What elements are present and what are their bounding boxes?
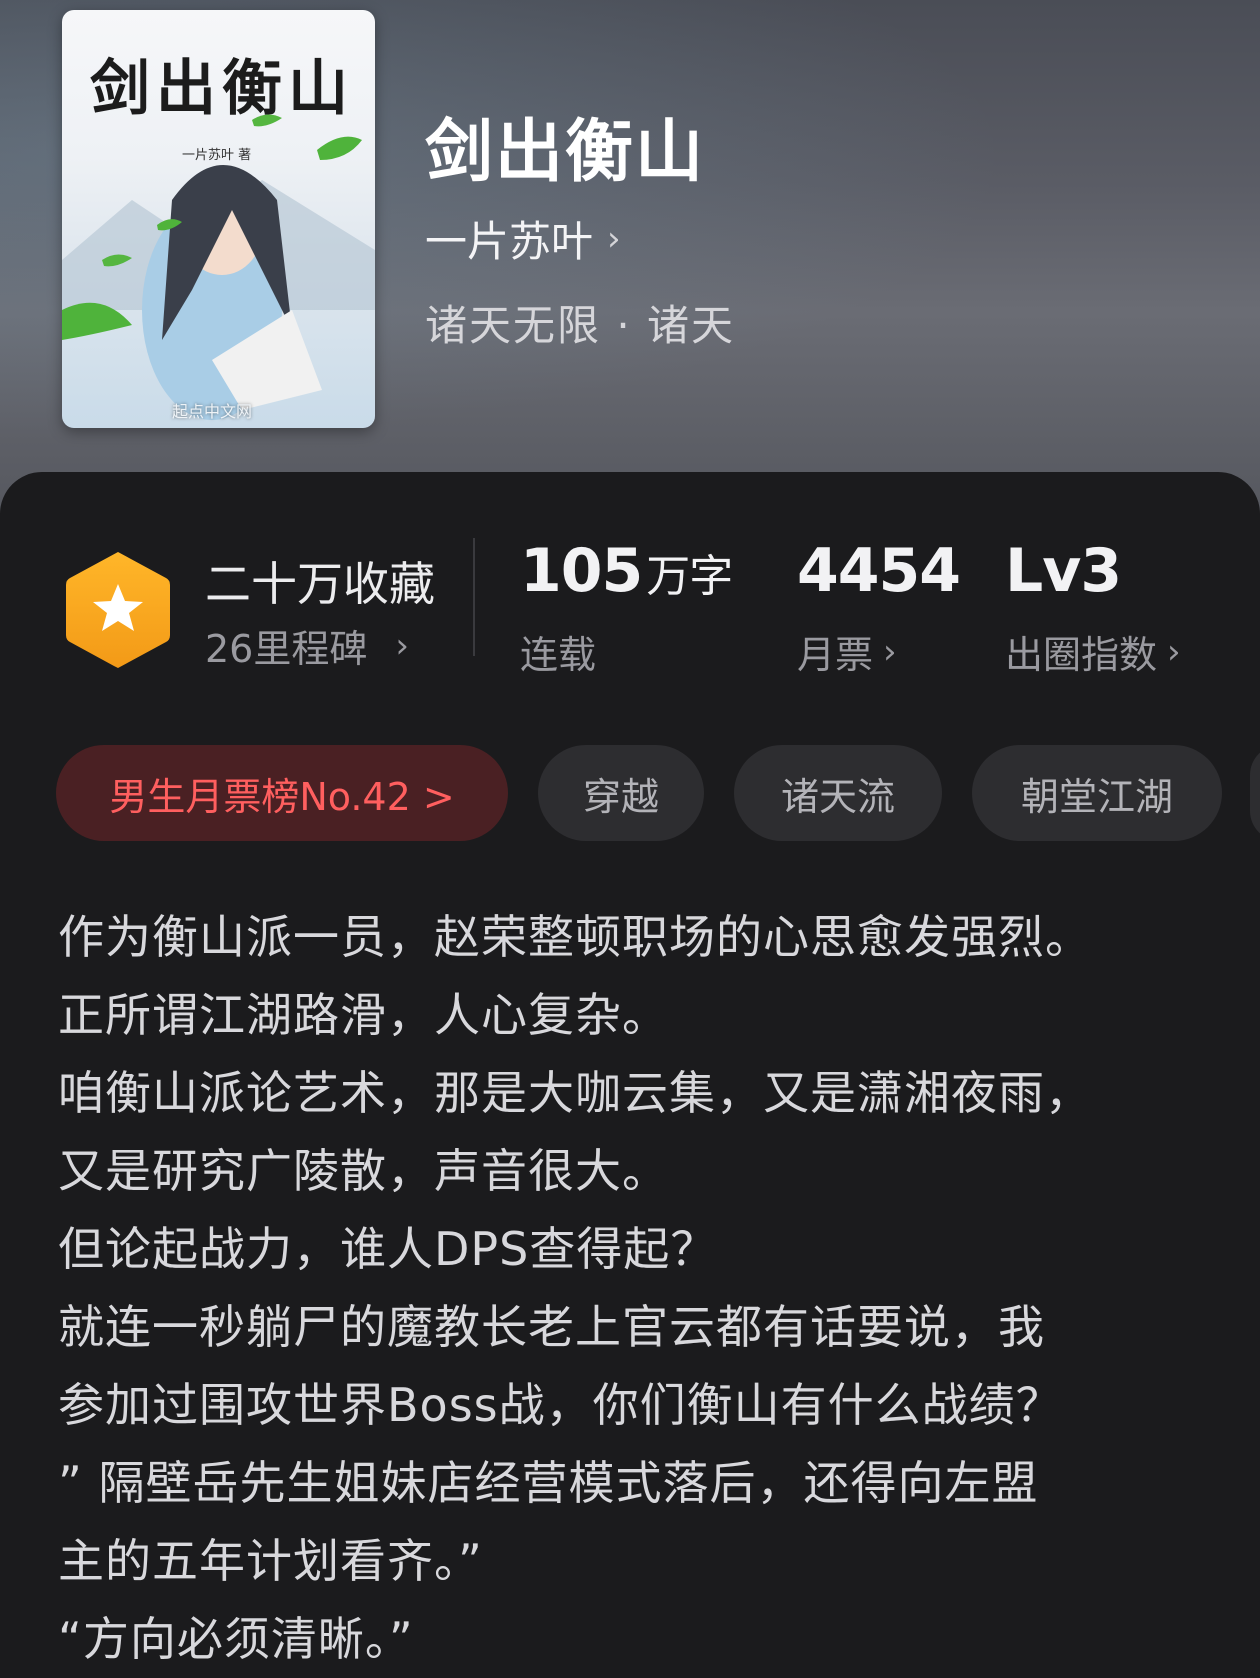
description-line: 正所谓江湖路滑，人心复杂。 <box>58 988 669 1042</box>
book-title: 剑出衡山 <box>425 112 706 192</box>
description-line: ” 隔壁岳先生姐妹店经营模式落后，还得向左盟 <box>58 1456 1039 1510</box>
word-count: 105万字 <box>520 536 733 606</box>
genre-category: 诸天无限 · 诸天 <box>425 301 736 350</box>
description-line: 参加过围攻世界Boss战，你们衡山有什么战绩？ <box>58 1378 1063 1432</box>
cover-author: 一片苏叶 著 <box>182 148 252 163</box>
description-line: “方向必须清晰。” <box>58 1612 414 1666</box>
tag-chuanyue[interactable]: 穿越 <box>538 745 704 841</box>
book-cover[interactable]: 剑出衡山 一片苏叶 著 起点中文网 <box>62 10 375 428</box>
cover-publisher: 起点中文网 <box>172 402 253 421</box>
rank-tag[interactable]: 男生月票榜No.42 > <box>56 745 508 841</box>
description-line: 咱衡山派论艺术，那是大咖云集，又是潇湘夜雨， <box>58 1066 1092 1120</box>
chevron-right-icon: › <box>395 625 409 666</box>
word-count-unit: 万字 <box>646 551 733 602</box>
description-line: 主的五年计划看齐。” <box>58 1534 483 1588</box>
cover-title: 剑出衡山 <box>90 54 354 124</box>
breakout-index-link[interactable]: 出圈指数 › <box>1005 624 1181 679</box>
description-line: 又是研究广陵散，声音很大。 <box>58 1144 669 1198</box>
milestone-label: 26里程碑 <box>205 627 368 671</box>
tag-zhutianliu[interactable]: 诸天流 <box>734 745 942 841</box>
monthly-ticket-link[interactable]: 月票 › <box>797 624 897 679</box>
serial-status-label: 连载 <box>520 633 597 677</box>
chevron-right-icon: › <box>607 218 621 259</box>
milestone-link[interactable]: 26里程碑 › <box>205 618 409 673</box>
tag-chaotang-jianghu[interactable]: 朝堂江湖 <box>972 745 1222 841</box>
level-value: Lv3 <box>1005 536 1122 606</box>
author-link[interactable]: 一片苏叶 › <box>425 208 621 269</box>
monthly-ticket-label: 月票 <box>797 633 874 677</box>
word-count-value: 105 <box>520 536 643 606</box>
star-badge-icon <box>66 552 170 668</box>
chevron-right-icon: › <box>883 631 897 672</box>
monthly-ticket-count: 4454 <box>797 536 961 606</box>
breakout-index-label: 出圈指数 <box>1005 633 1158 677</box>
chevron-right-icon: › <box>1167 631 1181 672</box>
description-line: 作为衡山派一员，赵荣整顿职场的心思愈发强烈。 <box>58 910 1092 964</box>
description-line: 但论起战力，谁人DPS查得起？ <box>58 1222 718 1276</box>
book-description[interactable]: 作为衡山派一员，赵荣整顿职场的心思愈发强烈。 正所谓江湖路滑，人心复杂。 咱衡山… <box>58 898 1218 1678</box>
divider <box>473 538 475 656</box>
description-line: 就连一秒躺尸的魔教长老上官云都有话要说，我 <box>58 1300 1045 1354</box>
collection-title: 二十万收藏 <box>205 557 435 611</box>
author-name: 一片苏叶 <box>425 217 594 266</box>
serial-status: 连载 <box>520 624 596 679</box>
